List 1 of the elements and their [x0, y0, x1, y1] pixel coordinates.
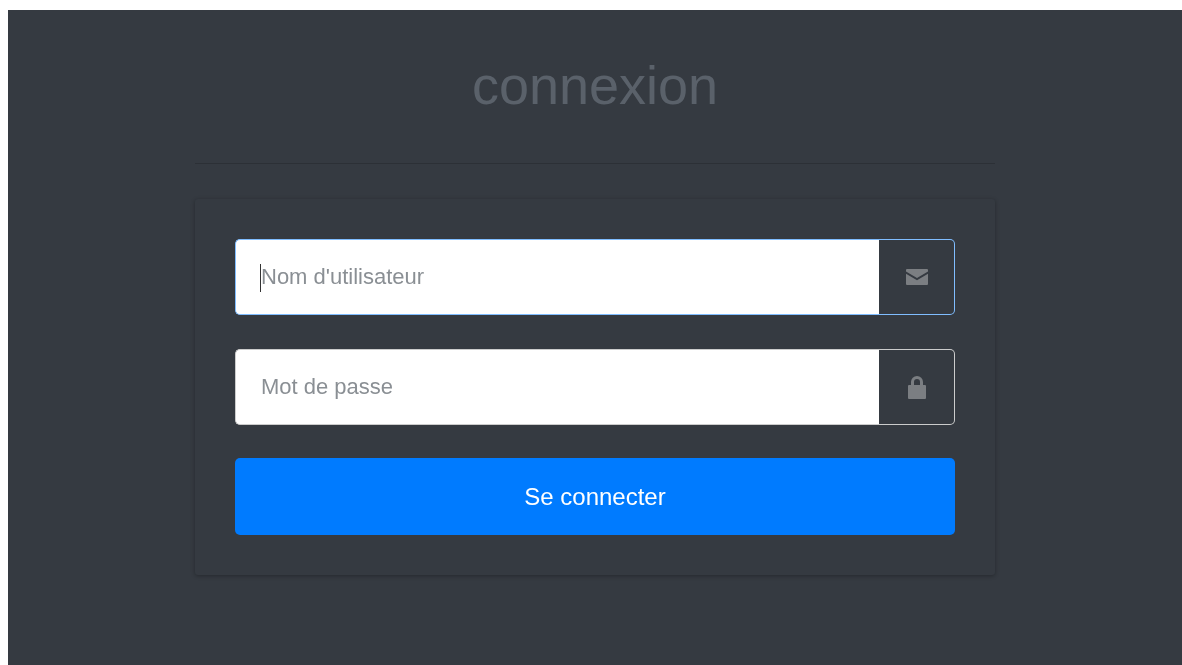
login-button[interactable]: Se connecter: [235, 458, 955, 535]
